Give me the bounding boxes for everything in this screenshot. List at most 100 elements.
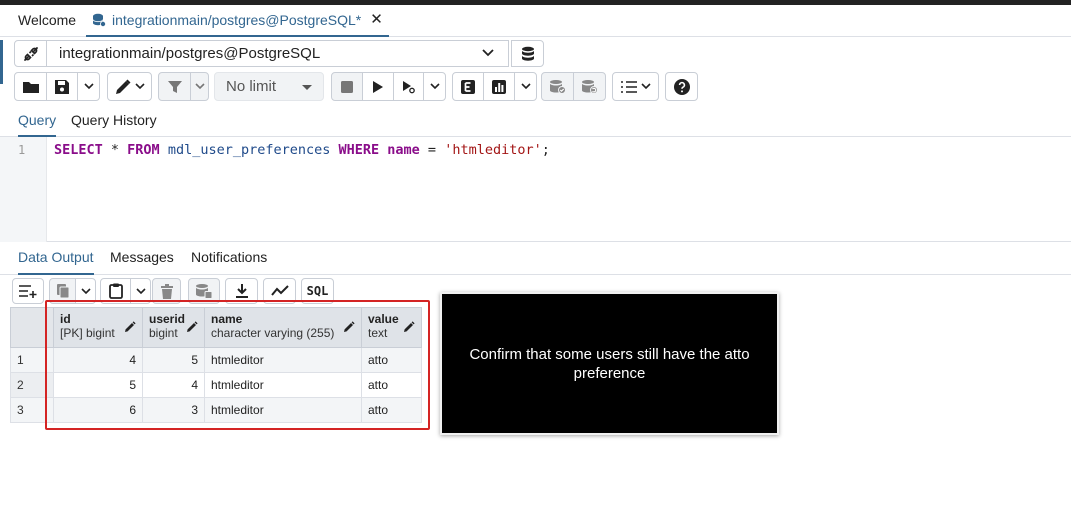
row-number[interactable]: 2 <box>10 372 54 398</box>
tab-query-tool[interactable]: integrationmain/postgres@PostgreSQL* ✕ <box>86 5 389 37</box>
tab-notifications[interactable]: Notifications <box>191 244 267 275</box>
execute-options-dropdown[interactable] <box>423 72 446 101</box>
tab-query[interactable]: Query <box>18 108 57 137</box>
explain-options-dropdown[interactable] <box>514 72 537 101</box>
graph-visualiser-button[interactable] <box>263 278 296 304</box>
tab-messages[interactable]: Messages <box>110 244 174 275</box>
annotation-callout: Confirm that some users still have the a… <box>440 292 779 435</box>
cell-value[interactable]: atto <box>361 397 422 423</box>
paste-options-dropdown[interactable] <box>130 278 151 304</box>
save-file-button[interactable] <box>46 72 78 101</box>
play-script-icon <box>402 80 415 93</box>
sql-keyword: FROM <box>127 142 160 158</box>
query-panel-tabs: Query Query History <box>0 108 1071 137</box>
connection-select[interactable]: integrationmain/postgres@PostgreSQL <box>47 40 509 67</box>
explain-button[interactable] <box>452 72 484 101</box>
cell-name[interactable]: htmleditor <box>204 347 362 373</box>
sql-code-line: SELECT * FROM mdl_user_preferences WHERE… <box>54 142 550 158</box>
chevron-down-icon <box>520 83 531 90</box>
output-panel-tabs: Data Output Messages Notifications <box>0 244 1071 275</box>
cell-userid[interactable]: 4 <box>142 372 205 398</box>
database-save-icon <box>196 284 213 299</box>
sql-terminator: ; <box>541 142 550 158</box>
pencil-icon <box>125 321 136 332</box>
column-header-value[interactable]: value text <box>361 307 422 348</box>
cell-name[interactable]: htmleditor <box>204 372 362 398</box>
database-icon <box>92 13 106 27</box>
filter-icon <box>167 80 182 93</box>
connection-select-value: integrationmain/postgres@PostgreSQL <box>59 45 321 62</box>
macros-button[interactable] <box>612 72 659 101</box>
connection-status-button[interactable] <box>14 40 47 67</box>
caret-down-icon <box>302 85 312 90</box>
cell-userid[interactable]: 3 <box>142 397 205 423</box>
add-row-icon <box>19 285 37 298</box>
plug-disconnected-icon <box>23 46 38 61</box>
rollback-button[interactable] <box>573 72 606 101</box>
tab-data-output[interactable]: Data Output <box>18 244 94 275</box>
sql-operator: = <box>427 142 445 158</box>
cell-userid[interactable]: 5 <box>142 347 205 373</box>
table-row[interactable]: 2 5 4 htmleditor atto <box>10 372 422 398</box>
column-header-id[interactable]: id [PK] bigint <box>53 307 143 348</box>
select-all-corner[interactable] <box>10 307 54 348</box>
table-row[interactable]: 3 6 3 htmleditor atto <box>10 397 422 423</box>
copy-icon <box>56 284 69 299</box>
chevron-down-icon <box>83 83 94 90</box>
commit-button[interactable] <box>541 72 574 101</box>
cell-id[interactable]: 6 <box>53 397 143 423</box>
chevron-down-icon <box>80 287 91 294</box>
stop-query-button[interactable] <box>331 72 363 101</box>
cell-value[interactable]: atto <box>361 347 422 373</box>
cell-id[interactable]: 4 <box>53 347 143 373</box>
tab-query-history[interactable]: Query History <box>71 108 157 137</box>
list-icon <box>621 80 637 93</box>
cell-name[interactable]: htmleditor <box>204 397 362 423</box>
pencil-icon <box>116 79 131 94</box>
add-row-button[interactable] <box>12 278 44 304</box>
chevron-down-icon <box>135 287 146 294</box>
sql-button[interactable]: SQL <box>301 278 334 304</box>
edit-menu-button[interactable] <box>107 72 152 101</box>
stop-icon <box>341 80 353 93</box>
help-button[interactable] <box>665 72 698 101</box>
close-icon[interactable]: ✕ <box>370 5 383 35</box>
folder-icon <box>22 81 39 93</box>
database-check-icon <box>549 79 566 94</box>
paste-button[interactable] <box>100 278 131 304</box>
cell-value[interactable]: atto <box>361 372 422 398</box>
editor-tab-bar: Welcome integrationmain/postgres@Postgre… <box>0 5 1071 37</box>
copy-button[interactable] <box>49 278 76 304</box>
line-chart-icon <box>270 285 289 296</box>
row-number[interactable]: 1 <box>10 347 54 373</box>
column-header-userid[interactable]: userid bigint <box>142 307 205 348</box>
new-connection-button[interactable] <box>511 40 544 67</box>
copy-options-dropdown[interactable] <box>75 278 96 304</box>
filter-button[interactable] <box>158 72 191 101</box>
column-header-name[interactable]: name character varying (255) <box>204 307 362 348</box>
pencil-icon <box>344 321 355 332</box>
explain-icon <box>461 79 475 94</box>
sql-editor[interactable]: 1 SELECT * FROM mdl_user_preferences WHE… <box>0 137 1071 242</box>
tab-welcome[interactable]: Welcome <box>18 5 76 37</box>
filter-options-dropdown[interactable] <box>190 72 209 101</box>
sql-keyword: WHERE <box>338 142 380 158</box>
play-icon <box>373 80 383 93</box>
delete-row-button[interactable] <box>152 278 181 304</box>
results-table: id [PK] bigint userid bigint name charac… <box>10 307 422 423</box>
execute-script-button[interactable] <box>393 72 424 101</box>
save-data-changes-button[interactable] <box>188 278 220 304</box>
tab-query-label: integrationmain/postgres@PostgreSQL* <box>112 12 362 28</box>
download-button[interactable] <box>225 278 258 304</box>
save-options-dropdown[interactable] <box>77 72 100 101</box>
row-number[interactable]: 3 <box>10 397 54 423</box>
open-file-button[interactable] <box>14 72 47 101</box>
sql-string-literal: 'htmleditor' <box>444 142 542 158</box>
explain-analyze-button[interactable] <box>483 72 515 101</box>
cell-id[interactable]: 5 <box>53 372 143 398</box>
clipboard-icon <box>108 283 123 299</box>
execute-button[interactable] <box>362 72 394 101</box>
row-limit-select[interactable]: No limit <box>214 72 324 101</box>
table-row[interactable]: 1 4 5 htmleditor atto <box>10 347 422 373</box>
help-icon <box>673 78 690 95</box>
